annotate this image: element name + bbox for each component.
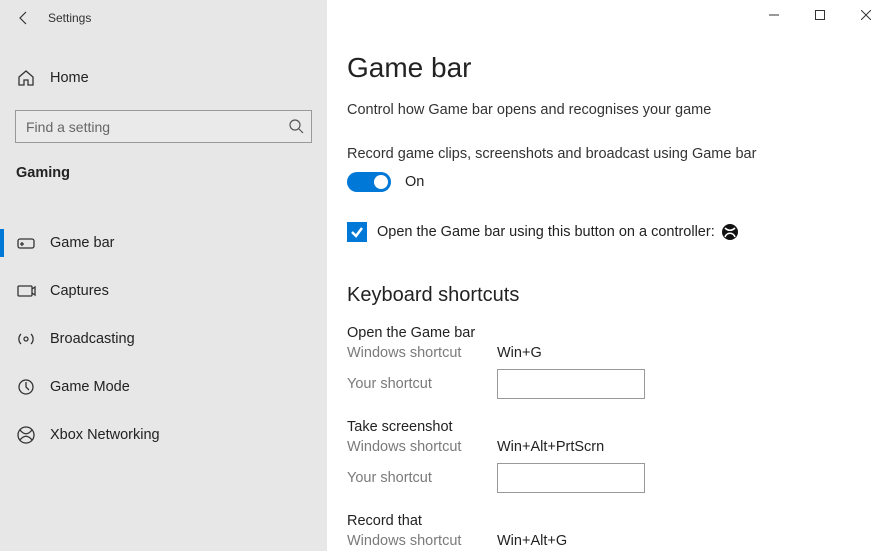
nav-label: Broadcasting — [50, 331, 135, 347]
home-link[interactable]: Home — [0, 58, 327, 98]
record-label: Record game clips, screenshots and broad… — [347, 146, 869, 162]
gamemode-icon — [16, 377, 36, 397]
your-shortcut-input[interactable] — [497, 369, 645, 399]
home-label: Home — [50, 70, 89, 86]
nav-label: Game Mode — [50, 379, 130, 395]
windows-shortcut-value: Win+Alt+G — [497, 533, 567, 549]
search-input[interactable] — [15, 110, 312, 143]
nav-item-game-bar[interactable]: Game bar — [0, 219, 327, 267]
gamebar-icon — [16, 233, 36, 253]
your-shortcut-label: Your shortcut — [347, 376, 497, 392]
nav-label: Game bar — [50, 235, 114, 251]
windows-shortcut-label: Windows shortcut — [347, 345, 497, 361]
nav-label: Captures — [50, 283, 109, 299]
controller-checkbox-label: Open the Game bar using this button on a… — [377, 223, 739, 241]
category-heading: Gaming — [0, 143, 327, 191]
shortcut-group-record-that: Record that Windows shortcut Win+Alt+G — [347, 513, 869, 549]
windows-shortcut-label: Windows shortcut — [347, 533, 497, 549]
xbox-networking-icon — [16, 425, 36, 445]
windows-shortcut-value: Win+G — [497, 345, 542, 361]
windows-shortcut-value: Win+Alt+PrtScrn — [497, 439, 604, 455]
nav-item-captures[interactable]: Captures — [0, 267, 327, 315]
back-button[interactable] — [4, 0, 44, 36]
home-icon — [16, 68, 36, 88]
shortcut-title: Record that — [347, 513, 869, 529]
your-shortcut-label: Your shortcut — [347, 470, 497, 486]
close-button[interactable] — [843, 0, 889, 30]
page-subtitle: Control how Game bar opens and recognise… — [347, 102, 869, 118]
sidebar: Settings Home Gaming Game bar — [0, 0, 327, 551]
search-wrap — [15, 110, 312, 143]
nav-item-xbox-networking[interactable]: Xbox Networking — [0, 411, 327, 459]
page-title: Game bar — [347, 52, 869, 84]
titlebar: Settings — [0, 0, 327, 36]
captures-icon — [16, 281, 36, 301]
maximize-button[interactable] — [797, 0, 843, 30]
controller-checkbox[interactable] — [347, 222, 367, 242]
checkbox-text: Open the Game bar using this button on a… — [377, 224, 715, 240]
window-title: Settings — [44, 11, 91, 25]
record-toggle-row: On — [347, 172, 869, 192]
window-controls — [751, 0, 889, 30]
windows-shortcut-label: Windows shortcut — [347, 439, 497, 455]
toggle-state-text: On — [405, 174, 424, 190]
minimize-button[interactable] — [751, 0, 797, 30]
content-pane: Game bar Control how Game bar opens and … — [327, 0, 889, 551]
controller-checkbox-row: Open the Game bar using this button on a… — [347, 222, 869, 242]
record-toggle[interactable] — [347, 172, 391, 192]
shortcut-group-open-gamebar: Open the Game bar Windows shortcut Win+G… — [347, 325, 869, 399]
nav-item-broadcasting[interactable]: Broadcasting — [0, 315, 327, 363]
shortcut-group-take-screenshot: Take screenshot Windows shortcut Win+Alt… — [347, 419, 869, 493]
xbox-icon — [721, 223, 739, 241]
nav-item-game-mode[interactable]: Game Mode — [0, 363, 327, 411]
nav-label: Xbox Networking — [50, 427, 160, 443]
keyboard-shortcuts-heading: Keyboard shortcuts — [347, 284, 869, 307]
shortcut-title: Take screenshot — [347, 419, 869, 435]
nav-list: Game bar Captures Broadcasting Game Mode — [0, 219, 327, 459]
your-shortcut-input[interactable] — [497, 463, 645, 493]
shortcut-title: Open the Game bar — [347, 325, 869, 341]
broadcasting-icon — [16, 329, 36, 349]
